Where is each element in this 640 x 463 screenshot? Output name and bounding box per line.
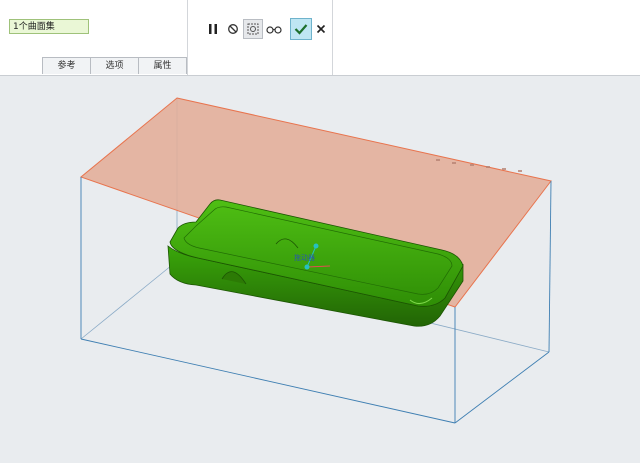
- surface-collector-field[interactable]: 1个曲面集: [9, 19, 89, 34]
- drag-handle-label: 拖动器: [294, 253, 315, 262]
- verify-preview-button[interactable]: [264, 19, 284, 39]
- dashboard-separator: [332, 0, 333, 75]
- tab-options[interactable]: 选项: [90, 57, 139, 74]
- drag-handle-origin[interactable]: [304, 264, 310, 270]
- no-preview-icon: [228, 24, 238, 34]
- drag-handle-end[interactable]: [313, 243, 319, 249]
- checkmark-icon: [294, 24, 308, 35]
- geometry-preview-button[interactable]: [243, 19, 263, 39]
- glasses-icon: [266, 26, 282, 34]
- geometry-preview-icon: [247, 23, 259, 35]
- model-canvas[interactable]: 拖动器: [0, 76, 640, 459]
- tab-properties[interactable]: 属性: [138, 57, 187, 74]
- no-preview-button[interactable]: [223, 19, 243, 39]
- graphics-window[interactable]: 拖动器: [0, 76, 640, 459]
- pause-button[interactable]: [203, 19, 223, 39]
- ok-button[interactable]: [290, 18, 312, 40]
- cancel-button[interactable]: [311, 19, 331, 39]
- feature-dashboard: 1个曲面集 参考 选项 属性: [0, 0, 640, 76]
- pause-icon: [209, 24, 217, 34]
- dashboard-separator: [187, 0, 188, 75]
- tab-references[interactable]: 参考: [42, 57, 91, 74]
- close-icon: [316, 24, 326, 34]
- dashboard-tabs: 参考 选项 属性: [42, 57, 187, 74]
